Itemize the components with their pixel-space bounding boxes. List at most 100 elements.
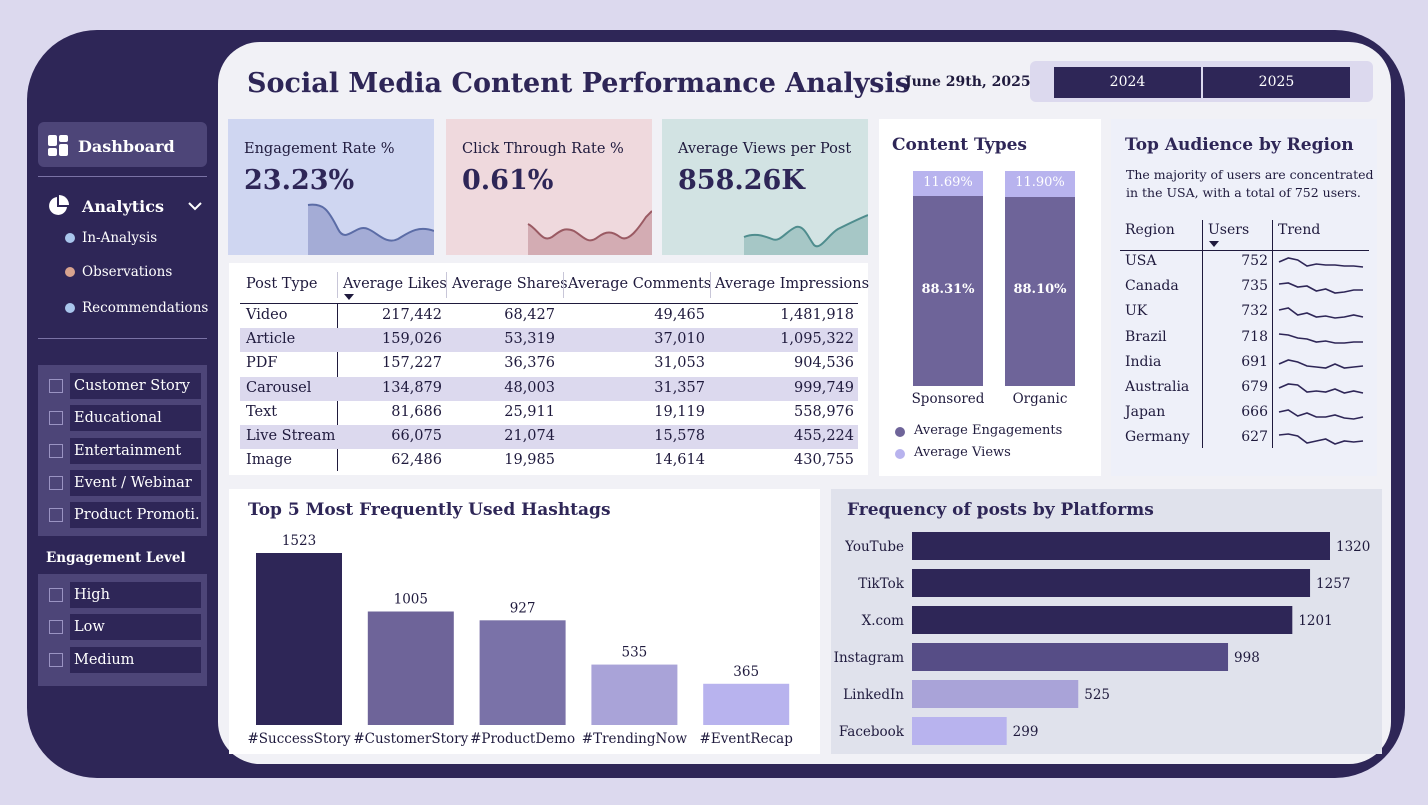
kpi-card: Engagement Rate % 23.23% bbox=[228, 119, 434, 255]
content-filter-option[interactable]: Educational bbox=[70, 405, 201, 432]
hashtag-category-label: #EventRecap bbox=[700, 731, 793, 747]
platform-value-label: 1201 bbox=[1298, 613, 1332, 629]
header-rule bbox=[240, 303, 858, 304]
platform-bar bbox=[912, 680, 1079, 708]
hashtag-value-label: 535 bbox=[622, 645, 648, 661]
kpi-card: Click Through Rate % 0.61% bbox=[446, 119, 652, 255]
legend-marker bbox=[895, 427, 905, 437]
table-header[interactable]: Average Shares bbox=[452, 276, 568, 292]
report-date: June 29th, 2025 bbox=[905, 74, 1031, 90]
region-users: 718 bbox=[1241, 328, 1268, 345]
table-cell: 48,003 bbox=[504, 379, 555, 396]
hashtag-value-label: 365 bbox=[733, 664, 759, 680]
year-2024-button[interactable]: 2024 bbox=[1054, 67, 1201, 98]
trend-col-header[interactable]: Trend bbox=[1278, 222, 1320, 238]
table-header[interactable]: Average Impressions bbox=[715, 276, 869, 292]
engagement-filter-option[interactable]: High bbox=[70, 582, 201, 608]
content-type-category: Organic bbox=[1012, 391, 1068, 407]
region-users: 732 bbox=[1241, 303, 1268, 320]
region-name: Brazil bbox=[1125, 328, 1167, 345]
region-description-line1: The majority of users are concentrated bbox=[1126, 167, 1374, 182]
hashtag-value-label: 927 bbox=[510, 600, 536, 616]
trend-sparkline bbox=[1278, 409, 1364, 420]
table-cell: 455,224 bbox=[794, 428, 854, 444]
content-filter-option[interactable]: Entertainment bbox=[70, 437, 201, 464]
table-cell: 1,095,322 bbox=[780, 331, 854, 348]
content-filter-checkbox[interactable] bbox=[49, 411, 63, 426]
table-cell: 68,427 bbox=[504, 307, 555, 323]
sort-desc-icon[interactable] bbox=[344, 294, 354, 300]
table-cell: Image bbox=[246, 452, 292, 469]
content-filter-checkbox[interactable] bbox=[49, 475, 63, 490]
submenu-item-observations[interactable]: Observations bbox=[82, 264, 172, 280]
table-cell: 1,481,918 bbox=[780, 307, 854, 323]
region-name: USA bbox=[1125, 253, 1157, 269]
analytics-nav[interactable]: Analytics bbox=[82, 197, 164, 216]
content-types-title: Content Types bbox=[892, 135, 1027, 155]
column-divider bbox=[446, 272, 447, 298]
engagement-filter-option[interactable]: Medium bbox=[70, 646, 201, 673]
bullet-icon bbox=[65, 267, 75, 277]
table-cell: 36,376 bbox=[504, 355, 555, 372]
content-filter-checkbox[interactable] bbox=[49, 379, 63, 393]
region-users: 627 bbox=[1241, 429, 1268, 446]
content-filter-checkbox[interactable] bbox=[49, 443, 63, 458]
content-filter-option[interactable]: Product Promoti... bbox=[70, 502, 201, 529]
table-cell: 37,010 bbox=[654, 331, 705, 348]
header-rule bbox=[1120, 250, 1369, 251]
engagements-label: 88.10% bbox=[1013, 282, 1067, 298]
table-header[interactable]: Average Comments bbox=[568, 276, 711, 292]
region-name: Australia bbox=[1125, 379, 1190, 395]
engagement-filter-checkbox[interactable] bbox=[49, 588, 63, 602]
hashtag-category-label: #SuccessStory bbox=[247, 731, 350, 747]
region-users: 752 bbox=[1241, 253, 1268, 269]
table-cell: 904,536 bbox=[794, 355, 854, 372]
hashtag-category-label: #TrendingNow bbox=[582, 731, 688, 747]
submenu-item-in-analysis[interactable]: In-Analysis bbox=[82, 230, 157, 246]
platform-value-label: 525 bbox=[1084, 687, 1110, 703]
views-label: 11.69% bbox=[923, 174, 973, 190]
dashboard-label: Dashboard bbox=[78, 137, 175, 156]
content-filter-checkbox[interactable] bbox=[49, 508, 63, 523]
table-cell: 31,053 bbox=[654, 355, 705, 372]
bullet-icon bbox=[65, 303, 75, 313]
platforms-bar-chart: 1320 YouTube 1257 TikTok 1201 X.com 998 Instagr… bbox=[834, 532, 1370, 745]
kpi-value: 858.26K bbox=[678, 165, 805, 196]
trend-sparkline bbox=[1278, 332, 1363, 344]
table-cell: 217,442 bbox=[382, 307, 442, 323]
platform-category-label: Instagram bbox=[834, 650, 905, 666]
users-col-header[interactable]: Users bbox=[1208, 222, 1249, 238]
table-cell: 14,614 bbox=[654, 452, 705, 469]
engagement-filter-checkbox[interactable] bbox=[49, 620, 63, 635]
table-cell: 62,486 bbox=[391, 452, 442, 469]
chevron-down-icon[interactable] bbox=[187, 201, 203, 211]
year-2025-button[interactable]: 2025 bbox=[1203, 67, 1350, 98]
region-name: India bbox=[1125, 353, 1162, 370]
hashtag-bar bbox=[479, 620, 566, 725]
engagement-filter-option[interactable]: Low bbox=[70, 614, 201, 641]
table-cell: 134,879 bbox=[382, 379, 442, 396]
trend-sparkline bbox=[1278, 358, 1364, 369]
engagement-level-title: Engagement Level bbox=[46, 550, 186, 566]
table-header[interactable]: Post Type bbox=[246, 276, 318, 292]
content-filter-option[interactable]: Customer Story bbox=[70, 373, 201, 399]
bullet-icon bbox=[65, 233, 75, 243]
engagement-filter-checkbox[interactable] bbox=[49, 652, 63, 667]
platform-bar bbox=[912, 532, 1330, 560]
hashtag-value-label: 1005 bbox=[394, 592, 428, 608]
platform-value-label: 998 bbox=[1234, 650, 1260, 666]
kpi-value: 23.23% bbox=[244, 165, 355, 196]
table-header[interactable]: Average Likes bbox=[343, 276, 447, 292]
table-cell: 15,578 bbox=[654, 428, 705, 444]
kpi-label: Engagement Rate % bbox=[244, 141, 395, 157]
page-title: Social Media Content Performance Analysi… bbox=[247, 68, 910, 99]
trend-sparkline bbox=[1278, 282, 1363, 295]
sort-desc-icon[interactable] bbox=[1209, 241, 1219, 247]
pie-chart-icon bbox=[49, 195, 69, 215]
region-description-line2: in the USA, with a total of 752 users. bbox=[1126, 185, 1361, 200]
platform-bar bbox=[912, 643, 1229, 671]
content-filter-option[interactable]: Event / Webinar bbox=[70, 469, 201, 496]
content-type-category: Sponsored bbox=[911, 391, 985, 407]
submenu-item-recommendations[interactable]: Recommendations bbox=[82, 300, 208, 316]
region-col-header[interactable]: Region bbox=[1125, 222, 1175, 238]
